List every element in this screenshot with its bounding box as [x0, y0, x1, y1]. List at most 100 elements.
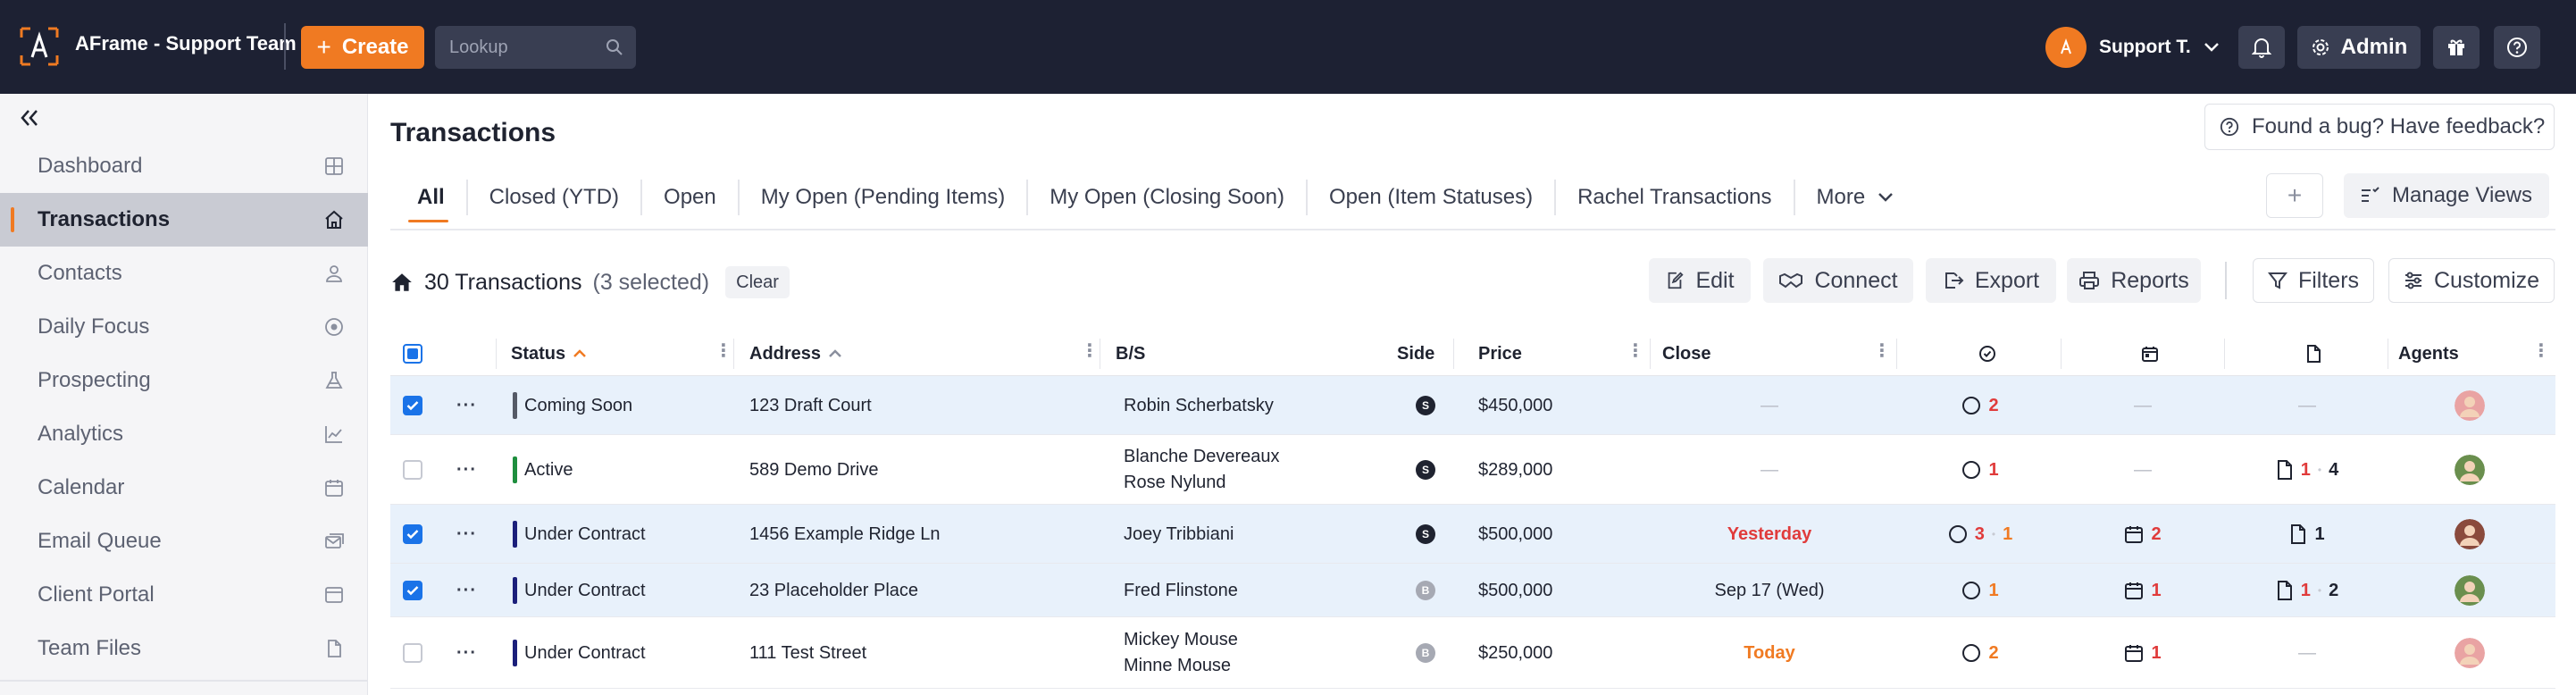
tasks-cell[interactable]: 3 • 1 [1909, 505, 2052, 564]
select-all-checkbox[interactable] [403, 331, 422, 376]
add-view-button[interactable]: + [2266, 173, 2323, 218]
tab-my-open-pending[interactable]: My Open (Pending Items) [740, 180, 1029, 215]
events-cell[interactable]: 1 [2070, 617, 2216, 689]
export-button[interactable]: Export [1926, 258, 2056, 303]
tasks-cell[interactable]: 1 [1909, 435, 2052, 505]
indeterminate-checkbox[interactable] [403, 344, 422, 364]
address-cell[interactable]: 111 Test Street [749, 617, 866, 689]
agents-cell[interactable] [2455, 376, 2485, 435]
column-events[interactable] [2141, 331, 2159, 376]
agent-avatar[interactable] [2455, 390, 2485, 421]
row-menu-icon[interactable]: ··· [456, 524, 477, 545]
agent-avatar[interactable] [2455, 638, 2485, 668]
documents-cell[interactable]: 1 • 2 [2234, 564, 2380, 617]
sidebar-item-team-files[interactable]: Team Files [0, 622, 368, 675]
admin-button[interactable]: Admin [2297, 26, 2421, 69]
tasks-cell[interactable]: 1 [1909, 564, 2052, 617]
feedback-button[interactable]: Found a bug? Have feedback? [2204, 104, 2555, 150]
manage-views-button[interactable]: Manage Views [2344, 173, 2549, 218]
row-menu-icon[interactable]: ··· [456, 581, 477, 601]
table-row[interactable]: ··· Under Contract 111 Test Street Mickey M… [390, 617, 2555, 689]
address-cell[interactable]: 23 Placeholder Place [749, 564, 918, 617]
reports-button[interactable]: Reports [2067, 258, 2201, 303]
row-menu-icon[interactable]: ··· [456, 396, 477, 416]
row-select[interactable] [403, 435, 422, 505]
aframe-logo-icon[interactable] [20, 27, 59, 66]
agents-cell[interactable] [2455, 435, 2485, 505]
documents-cell[interactable]: — [2234, 376, 2380, 435]
events-cell[interactable]: — [2070, 435, 2216, 505]
tab-closed-ytd[interactable]: Closed (YTD) [468, 180, 643, 215]
documents-cell[interactable]: 1 • 4 [2234, 435, 2380, 505]
sidebar-item-transactions[interactable]: Transactions [0, 193, 368, 247]
agent-avatar[interactable] [2455, 575, 2485, 606]
column-agents[interactable]: Agents [2398, 331, 2459, 376]
sidebar-item-dashboard[interactable]: Dashboard [0, 139, 368, 193]
tab-rachel-transactions[interactable]: Rachel Transactions [1556, 180, 1795, 215]
customize-button[interactable]: Customize [2388, 258, 2555, 303]
gift-button[interactable] [2433, 26, 2480, 69]
column-close[interactable]: Close [1662, 331, 1710, 376]
address-cell[interactable]: 123 Draft Court [749, 376, 872, 435]
agents-cell[interactable] [2455, 505, 2485, 564]
column-status[interactable]: Status [511, 331, 587, 376]
sidebar-item-prospecting[interactable]: Prospecting [0, 354, 368, 407]
collapse-sidebar-icon[interactable] [18, 106, 41, 130]
column-menu-icon[interactable]: ⋮ [1873, 342, 1891, 360]
sidebar-item-client-portal[interactable]: Client Portal [0, 568, 368, 622]
agent-avatar[interactable] [2455, 519, 2485, 549]
address-cell[interactable]: 1456 Example Ridge Ln [749, 505, 940, 564]
sidebar-item-calendar[interactable]: Calendar [0, 461, 368, 515]
connect-button[interactable]: Connect [1763, 258, 1913, 303]
clear-selection-button[interactable]: Clear [725, 266, 790, 298]
row-menu[interactable]: ··· [456, 564, 477, 617]
documents-cell[interactable]: 1 [2234, 505, 2380, 564]
column-menu-icon[interactable]: ⋮ [1081, 342, 1099, 360]
lookup-input[interactable] [449, 37, 592, 58]
tasks-cell[interactable]: 2 [1909, 617, 2052, 689]
tab-all[interactable]: All [390, 180, 468, 222]
events-cell[interactable]: — [2070, 376, 2216, 435]
events-cell[interactable]: 2 [2070, 505, 2216, 564]
sidebar-item-email-queue[interactable]: Email Queue [0, 515, 368, 568]
lookup-field[interactable] [435, 26, 636, 69]
row-select[interactable] [403, 564, 422, 617]
column-menu-icon[interactable]: ⋮ [1627, 342, 1644, 360]
tasks-cell[interactable]: 2 [1909, 376, 2052, 435]
row-menu[interactable]: ··· [456, 617, 477, 689]
row-checkbox[interactable] [403, 581, 422, 600]
documents-cell[interactable]: — [2234, 617, 2380, 689]
column-address[interactable]: Address [749, 331, 842, 376]
row-menu-icon[interactable]: ··· [456, 460, 477, 481]
agent-avatar[interactable] [2455, 455, 2485, 485]
edit-button[interactable]: Edit [1649, 258, 1751, 303]
notifications-button[interactable] [2238, 26, 2285, 69]
row-select[interactable] [403, 376, 422, 435]
agents-cell[interactable] [2455, 617, 2485, 689]
create-button[interactable]: + Create [301, 26, 424, 69]
row-checkbox[interactable] [403, 643, 422, 663]
row-checkbox[interactable] [403, 396, 422, 415]
sidebar-item-contacts[interactable]: Contacts [0, 247, 368, 300]
row-select[interactable] [403, 505, 422, 564]
user-menu[interactable]: Support T. [2045, 25, 2220, 70]
table-row[interactable]: ··· Active 589 Demo Drive Blanche Devereaux… [390, 435, 2555, 505]
column-menu-icon[interactable]: ⋮ [715, 342, 732, 360]
row-menu[interactable]: ··· [456, 435, 477, 505]
column-side[interactable]: Side [1397, 331, 1434, 376]
events-cell[interactable]: 1 [2070, 564, 2216, 617]
column-price[interactable]: Price [1478, 331, 1522, 376]
table-row[interactable]: ··· Under Contract 23 Placeholder Place Fre… [390, 564, 2555, 617]
sidebar-item-analytics[interactable]: Analytics [0, 407, 368, 461]
tab-more[interactable]: More [1795, 180, 1916, 215]
address-cell[interactable]: 589 Demo Drive [749, 435, 879, 505]
row-checkbox[interactable] [403, 524, 422, 544]
row-select[interactable] [403, 617, 422, 689]
agents-cell[interactable] [2455, 564, 2485, 617]
help-button[interactable] [2494, 26, 2540, 69]
row-menu[interactable]: ··· [456, 505, 477, 564]
tab-my-open-closing[interactable]: My Open (Closing Soon) [1028, 180, 1308, 215]
tab-open-item-statuses[interactable]: Open (Item Statuses) [1308, 180, 1557, 215]
column-documents[interactable] [2305, 331, 2321, 376]
column-bs[interactable]: B/S [1116, 331, 1145, 376]
